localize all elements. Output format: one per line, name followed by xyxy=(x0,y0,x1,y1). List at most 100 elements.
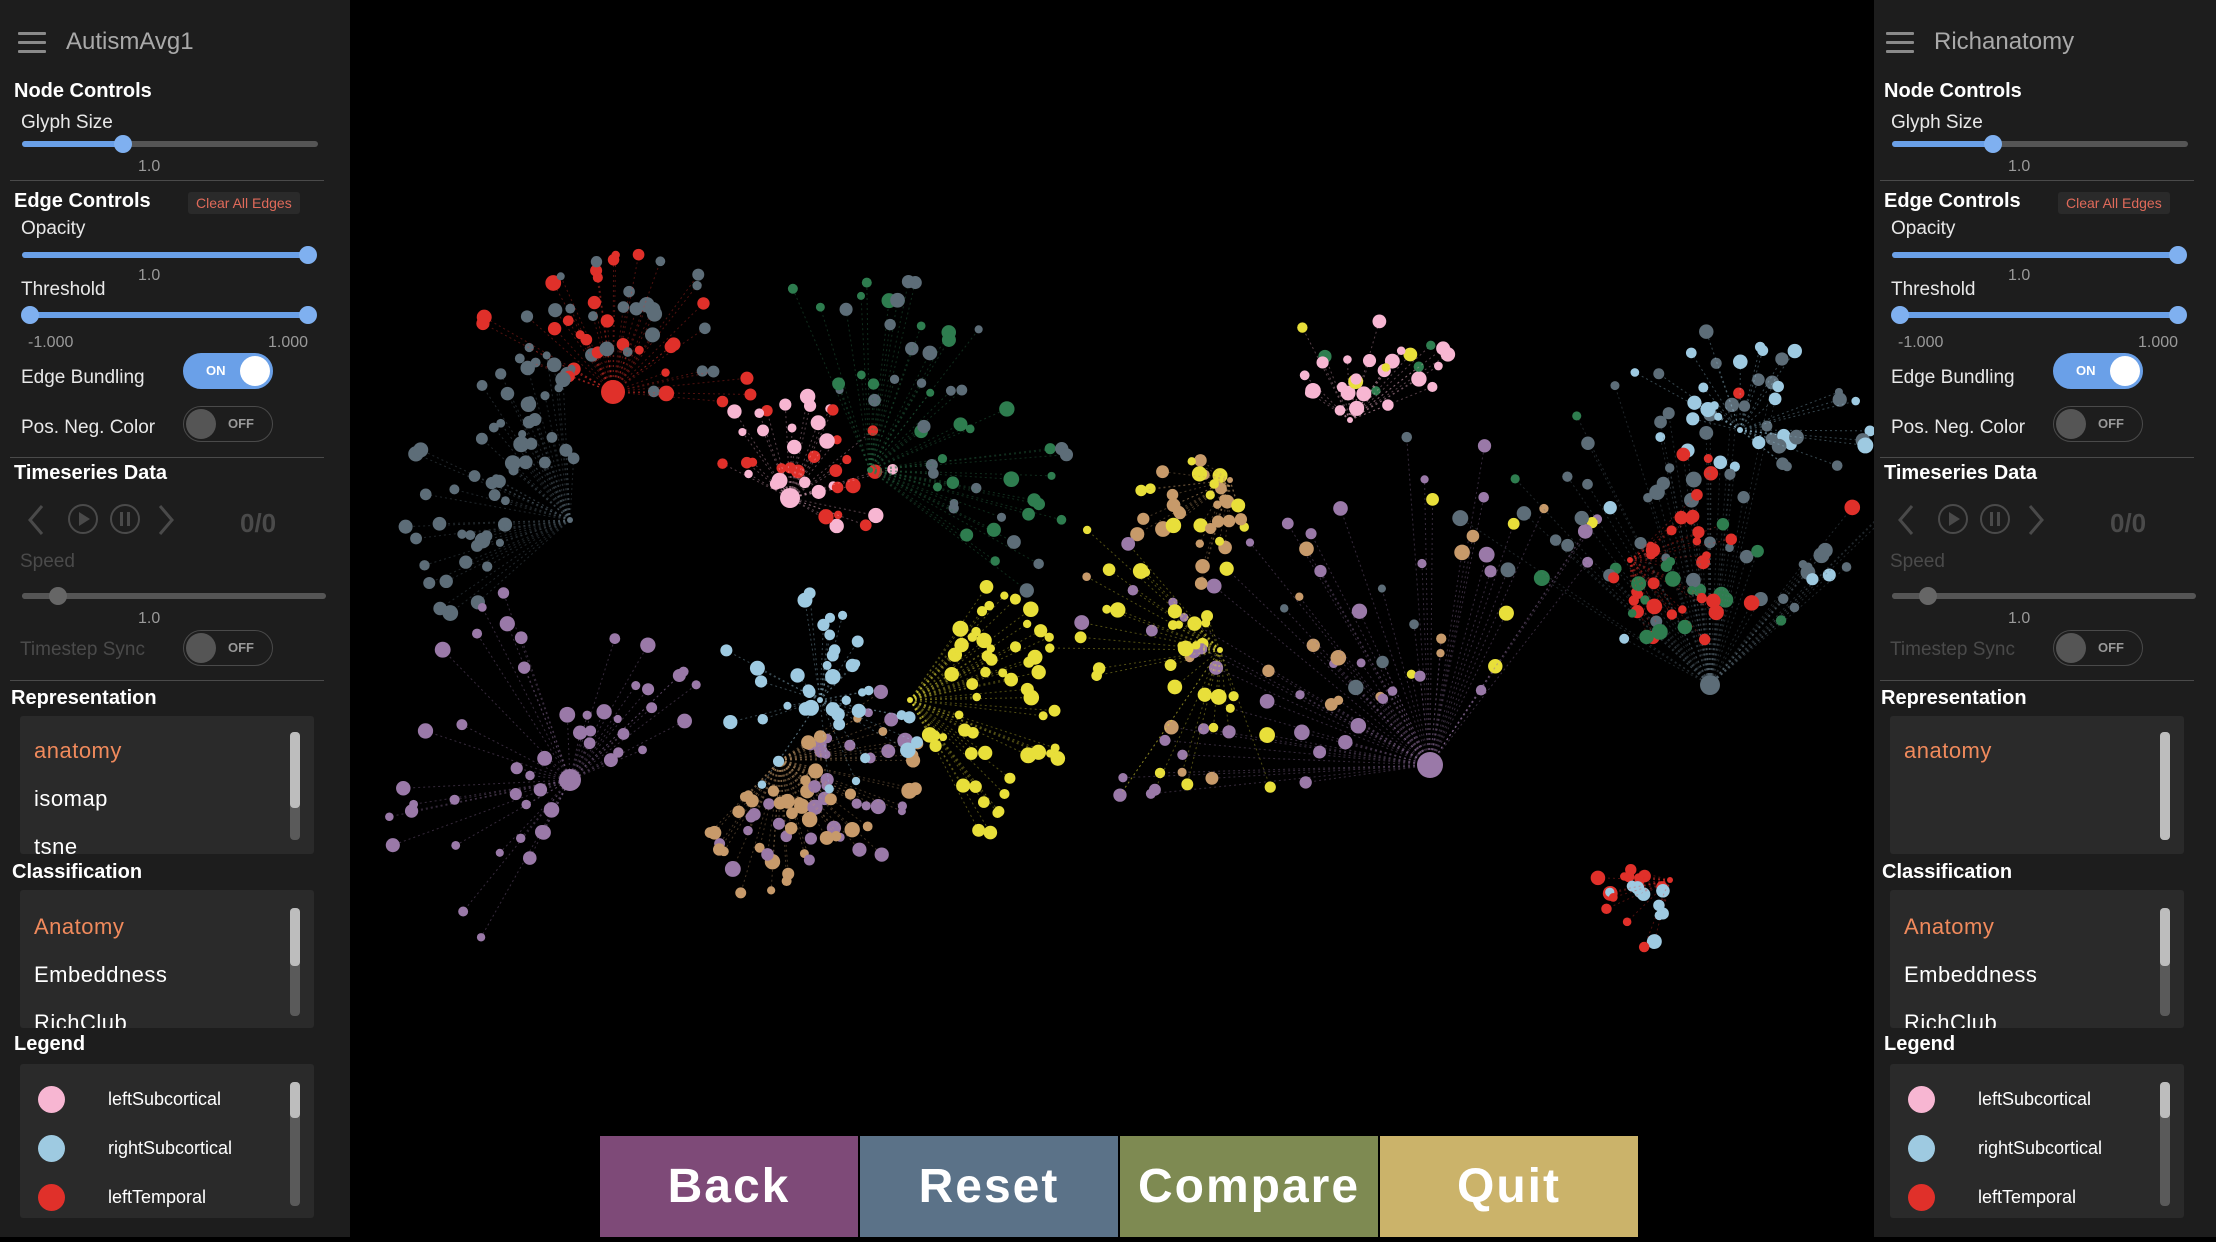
network-node[interactable] xyxy=(410,533,422,545)
network-node[interactable] xyxy=(955,710,964,719)
classification-list[interactable]: Anatomy Embeddness RichClub xyxy=(1890,890,2184,1028)
network-node[interactable] xyxy=(1110,602,1125,617)
network-node[interactable] xyxy=(1192,466,1207,481)
network-node[interactable] xyxy=(665,340,678,353)
network-node[interactable] xyxy=(646,702,657,713)
network-node[interactable] xyxy=(456,719,467,730)
network-node[interactable] xyxy=(493,475,506,488)
scrollbar[interactable] xyxy=(2160,1082,2170,1206)
network-node[interactable] xyxy=(852,798,862,808)
network-node[interactable] xyxy=(842,455,851,464)
network-node[interactable] xyxy=(1484,565,1496,577)
network-node[interactable] xyxy=(692,281,701,290)
network-node[interactable] xyxy=(1196,539,1204,547)
network-node[interactable] xyxy=(609,633,620,644)
clear-all-edges-button[interactable]: Clear All Edges xyxy=(2058,192,2170,214)
network-node[interactable] xyxy=(1401,432,1412,443)
network-node[interactable] xyxy=(946,386,956,396)
network-node[interactable] xyxy=(1698,383,1708,393)
network-node[interactable] xyxy=(1663,407,1675,419)
network-node[interactable] xyxy=(645,327,660,342)
network-node[interactable] xyxy=(423,577,435,589)
network-node[interactable] xyxy=(1137,513,1149,525)
network-node[interactable] xyxy=(547,358,562,373)
network-node[interactable] xyxy=(811,415,826,430)
network-node[interactable] xyxy=(917,420,930,433)
network-node[interactable] xyxy=(1021,683,1034,696)
network-node[interactable] xyxy=(857,371,866,380)
network-node[interactable] xyxy=(994,806,1005,817)
network-node[interactable] xyxy=(1260,694,1275,709)
network-node[interactable] xyxy=(977,606,987,616)
network-node[interactable] xyxy=(1168,620,1178,630)
hub-node[interactable] xyxy=(1227,477,1233,483)
hub-node[interactable] xyxy=(907,697,913,703)
network-node[interactable] xyxy=(1604,501,1617,514)
network-node[interactable] xyxy=(825,793,837,805)
network-node[interactable] xyxy=(952,621,968,637)
network-node[interactable] xyxy=(884,713,898,727)
network-node[interactable] xyxy=(790,668,804,682)
network-node[interactable] xyxy=(785,462,796,473)
network-node[interactable] xyxy=(1060,448,1073,461)
network-node[interactable] xyxy=(1146,625,1158,637)
network-node[interactable] xyxy=(1655,911,1664,920)
network-node[interactable] xyxy=(860,753,870,763)
network-node[interactable] xyxy=(489,489,501,501)
network-node[interactable] xyxy=(829,464,842,477)
timestep-sync-toggle[interactable]: OFF xyxy=(2053,630,2143,666)
network-node[interactable] xyxy=(519,455,533,469)
network-node[interactable] xyxy=(673,669,686,682)
network-node[interactable] xyxy=(1306,528,1317,539)
network-node[interactable] xyxy=(1314,565,1326,577)
network-node[interactable] xyxy=(735,887,746,898)
network-node[interactable] xyxy=(1501,562,1516,577)
next-step-icon[interactable] xyxy=(156,500,176,540)
network-node[interactable] xyxy=(987,644,995,652)
network-node[interactable] xyxy=(1675,511,1688,524)
network-node[interactable] xyxy=(1678,620,1692,634)
network-node[interactable] xyxy=(842,696,851,705)
network-node[interactable] xyxy=(1634,537,1646,549)
network-node[interactable] xyxy=(922,727,937,742)
network-node[interactable] xyxy=(1478,492,1489,503)
network-node[interactable] xyxy=(1409,619,1419,629)
network-node[interactable] xyxy=(1427,382,1437,392)
network-node[interactable] xyxy=(596,704,611,719)
menu-icon[interactable] xyxy=(18,32,46,54)
network-node[interactable] xyxy=(1653,900,1664,911)
network-node[interactable] xyxy=(1582,479,1593,490)
network-node[interactable] xyxy=(1775,352,1788,365)
network-node[interactable] xyxy=(498,587,509,598)
network-node[interactable] xyxy=(585,725,596,736)
network-node[interactable] xyxy=(1857,437,1873,453)
network-node[interactable] xyxy=(1116,791,1124,799)
threshold-slider[interactable] xyxy=(1900,312,2178,318)
network-node[interactable] xyxy=(816,303,825,312)
network-node[interactable] xyxy=(1222,725,1235,738)
network-node[interactable] xyxy=(1215,537,1224,546)
network-node[interactable] xyxy=(1022,508,1035,521)
network-node[interactable] xyxy=(481,530,492,541)
network-node[interactable] xyxy=(537,751,552,766)
network-node[interactable] xyxy=(1020,583,1034,597)
network-node[interactable] xyxy=(1704,454,1713,463)
network-node[interactable] xyxy=(623,286,635,298)
network-node[interactable] xyxy=(1582,557,1593,568)
slider-thumb[interactable] xyxy=(1919,587,1937,605)
network-node[interactable] xyxy=(584,737,596,749)
network-node[interactable] xyxy=(900,742,916,758)
network-node[interactable] xyxy=(1299,542,1314,557)
network-node[interactable] xyxy=(1702,551,1711,560)
network-node[interactable] xyxy=(516,834,525,843)
network-node[interactable] xyxy=(1652,624,1668,640)
network-node[interactable] xyxy=(433,602,446,615)
network-node[interactable] xyxy=(1027,493,1041,507)
network-node[interactable] xyxy=(555,384,564,393)
network-node[interactable] xyxy=(1561,539,1574,552)
network-node[interactable] xyxy=(1316,356,1328,368)
network-node[interactable] xyxy=(987,523,1001,537)
network-node[interactable] xyxy=(618,301,630,313)
network-node[interactable] xyxy=(713,843,725,855)
network-node[interactable] xyxy=(1699,324,1713,338)
